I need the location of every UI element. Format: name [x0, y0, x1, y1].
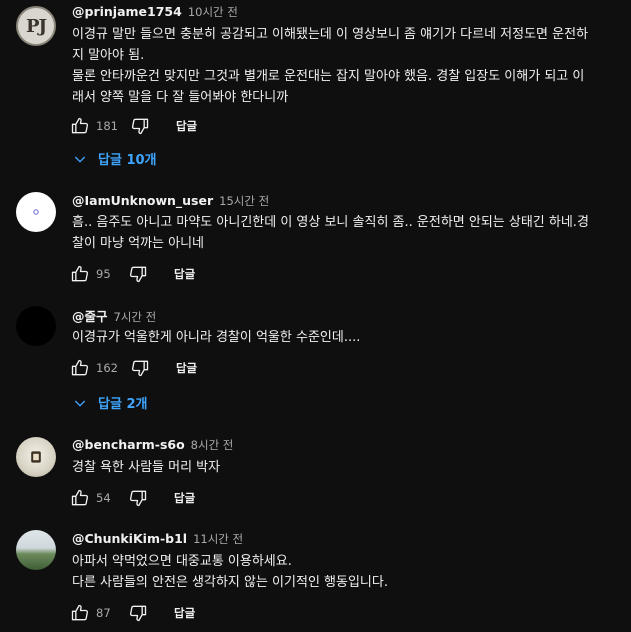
timestamp[interactable]: 11시간 전	[193, 531, 243, 547]
comment-actions: 162 답글	[68, 356, 197, 380]
like-count: 95	[96, 267, 111, 281]
chevron-down-icon	[74, 400, 86, 407]
like-button[interactable]	[68, 356, 92, 380]
replies-count-label: 답글 10개	[98, 153, 157, 168]
timestamp[interactable]: 8시간 전	[191, 437, 234, 453]
chevron-down-icon	[74, 156, 86, 163]
thumb-up-icon	[71, 489, 89, 506]
thumb-up-icon	[71, 604, 89, 621]
avatar[interactable]	[16, 306, 56, 346]
thumb-up-icon	[71, 359, 89, 376]
dislike-button[interactable]	[128, 114, 152, 138]
replies-count-label: 답글 2개	[98, 397, 148, 412]
thumb-up-icon	[71, 117, 89, 134]
comment-header: @prinjame1754 10시간 전	[72, 4, 238, 20]
avatar-emblem-icon	[31, 451, 41, 463]
timestamp[interactable]: 15시간 전	[219, 193, 269, 209]
like-count: 181	[96, 119, 118, 133]
comment-actions: 54 답글	[68, 486, 195, 510]
like-button[interactable]	[68, 114, 92, 138]
timestamp[interactable]: 10시간 전	[188, 4, 238, 20]
avatar-text: PJ	[25, 15, 47, 37]
author-handle[interactable]: @줄구	[72, 306, 108, 325]
reply-button[interactable]: 답글	[174, 490, 195, 506]
avatar[interactable]: PJ	[16, 6, 56, 46]
dislike-button[interactable]	[126, 601, 150, 625]
like-count: 54	[96, 491, 111, 505]
dislike-button[interactable]	[126, 262, 150, 286]
view-replies-button[interactable]: 답글 10개	[72, 149, 157, 168]
comment-header: @bencharm-s6o 8시간 전	[72, 437, 233, 453]
comment-text: 경찰 욕한 사람들 머리 박자	[72, 460, 221, 475]
timestamp[interactable]: 7시간 전	[114, 309, 157, 325]
comment-header: @IamUnknown_user 15시간 전	[72, 193, 269, 209]
avatar[interactable]	[16, 192, 56, 232]
author-handle[interactable]: @ChunkiKim-b1l	[72, 531, 187, 546]
thumb-down-icon	[129, 266, 147, 283]
dislike-button[interactable]	[128, 356, 152, 380]
avatar[interactable]	[16, 437, 56, 477]
view-replies-button[interactable]: 답글 2개	[72, 393, 147, 412]
author-handle[interactable]: @bencharm-s6o	[72, 437, 185, 452]
thumb-down-icon	[131, 360, 149, 377]
dislike-button[interactable]	[126, 486, 150, 510]
comments-section: PJ @prinjame1754 10시간 전 이경규 말만 들으면 충분히 공…	[0, 0, 631, 632]
comment-text: 이경규가 억울한게 아니라 경찰이 억울한 수준인데....	[72, 330, 361, 345]
like-count: 162	[96, 361, 118, 375]
reply-button[interactable]: 답글	[176, 360, 197, 376]
thumb-up-icon	[71, 265, 89, 282]
reply-button[interactable]: 답글	[174, 605, 195, 621]
like-button[interactable]	[68, 601, 92, 625]
reply-button[interactable]: 답글	[176, 118, 197, 134]
like-button[interactable]	[68, 486, 92, 510]
comment-actions: 181 답글	[68, 114, 197, 138]
comment-actions: 95 답글	[68, 262, 195, 286]
comment-text: 이경규 말만 들으면 충분히 공감되고 이해됐는데 이 영상보니 좀 얘기가 다…	[72, 27, 589, 105]
reply-button[interactable]: 답글	[174, 266, 195, 282]
comment-header: @ChunkiKim-b1l 11시간 전	[72, 531, 243, 547]
author-handle[interactable]: @IamUnknown_user	[72, 193, 213, 208]
like-count: 87	[96, 606, 111, 620]
thumb-down-icon	[131, 118, 149, 135]
thumb-down-icon	[129, 490, 147, 507]
comment-text: 흠.. 음주도 아니고 마약도 아니긴한데 이 영상 보니 솔직히 좀.. 운전…	[72, 215, 589, 251]
comment-text: 아파서 약먹었으면 대중교통 이용하세요. 다른 사람들의 안전은 생각하지 않…	[72, 554, 388, 590]
thumb-down-icon	[129, 605, 147, 622]
author-handle[interactable]: @prinjame1754	[72, 4, 182, 19]
avatar[interactable]	[16, 530, 56, 570]
comment-actions: 87 답글	[68, 601, 195, 625]
avatar-emblem-icon	[33, 209, 39, 215]
comment-header: @줄구 7시간 전	[72, 306, 156, 325]
like-button[interactable]	[68, 262, 92, 286]
